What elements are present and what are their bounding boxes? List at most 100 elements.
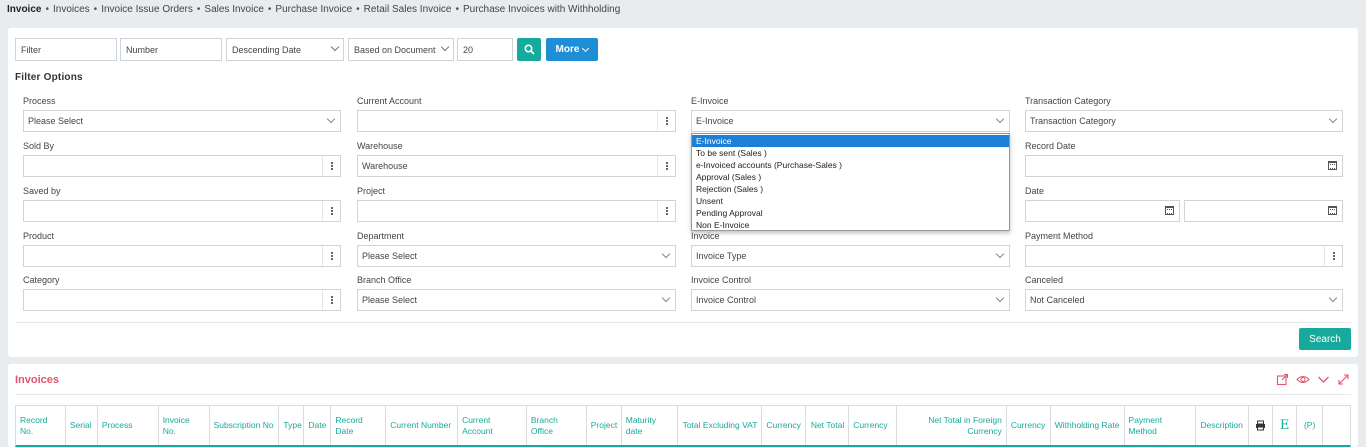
chevron-down-icon [582, 44, 590, 52]
sort-select[interactable]: Descending Date [226, 38, 344, 61]
col-current-account[interactable]: Current Account [458, 406, 527, 445]
department-select[interactable]: Please Select [357, 245, 676, 267]
calendar-icon[interactable] [1328, 206, 1337, 215]
record-date-field[interactable] [1025, 155, 1343, 177]
invoices-title: Invoices [15, 374, 60, 386]
chevron-down-icon [995, 293, 1005, 303]
col-payment-method[interactable]: Payment Method [1125, 406, 1197, 445]
chevron-down-icon [1328, 114, 1338, 124]
divider [15, 322, 1351, 323]
chevron-down-icon[interactable] [1317, 373, 1330, 386]
transaction-category-select[interactable]: Transaction Category [1025, 110, 1343, 132]
transaction-category-label: Transaction Category [1025, 96, 1111, 106]
expand-icon[interactable] [1337, 373, 1350, 386]
project-field[interactable] [357, 200, 676, 222]
canceled-label: Canceled [1025, 275, 1064, 285]
dropdown-option[interactable]: To be sent (Sales ) [692, 147, 1009, 159]
e-invoice-label: E-Invoice [691, 96, 729, 106]
canceled-select[interactable]: Not Canceled [1025, 289, 1343, 311]
current-account-field[interactable] [357, 110, 676, 132]
product-field[interactable] [23, 245, 341, 267]
more-options-icon[interactable] [657, 111, 675, 131]
col-maturity-date[interactable]: Maturity date [622, 406, 678, 445]
breadcrumb-separator: • [196, 3, 201, 15]
col-subscription-no[interactable]: Subscription No [210, 406, 280, 445]
more-options-icon[interactable] [322, 201, 340, 221]
breadcrumb-invoice-issue-orders[interactable]: Invoice Issue Orders [101, 4, 193, 15]
search-button[interactable]: Search [1299, 328, 1351, 350]
sold-by-field[interactable] [23, 155, 341, 177]
more-button[interactable]: More [546, 38, 598, 61]
based-on-select[interactable]: Based on Document [348, 38, 454, 61]
col-description[interactable]: Description [1196, 406, 1250, 445]
more-options-icon[interactable] [322, 156, 340, 176]
invoices-panel: Invoices Record No. Serial Process Invoi… [8, 364, 1358, 447]
calendar-icon[interactable] [1328, 161, 1337, 170]
number-input[interactable]: Number [120, 38, 222, 61]
page-size-input[interactable]: 20 [457, 38, 513, 61]
date-to-field[interactable] [1184, 200, 1343, 222]
breadcrumb-separator: • [455, 3, 459, 15]
dropdown-option[interactable]: Unsent [692, 195, 1009, 207]
col-process[interactable]: Process [98, 406, 159, 445]
col-net-total-foreign[interactable]: Net Total in Foreign Currency [897, 406, 1007, 445]
col-date[interactable]: Date [304, 406, 332, 445]
warehouse-field[interactable]: Warehouse [357, 155, 676, 177]
payment-method-field[interactable] [1025, 245, 1343, 267]
col-branch-office[interactable]: Branch Office [527, 406, 587, 445]
col-invoice-no[interactable]: Invoice No. [159, 406, 210, 445]
invoice-control-select[interactable]: Invoice Control [691, 289, 1010, 311]
col-record-date[interactable]: Record Date [331, 406, 387, 445]
chevron-down-icon [661, 249, 671, 259]
category-field[interactable] [23, 289, 341, 311]
breadcrumb-purchase-invoice[interactable]: Purchase Invoice [275, 4, 352, 15]
col-current-number[interactable]: Current Number [386, 406, 459, 445]
col-currency[interactable]: Currency [1007, 406, 1051, 445]
dropdown-option[interactable]: Rejection (Sales ) [692, 183, 1009, 195]
col-total-excl-vat[interactable]: Total Excluding VAT [678, 406, 763, 445]
breadcrumb-separator: • [93, 3, 98, 15]
more-options-icon[interactable] [322, 246, 340, 266]
breadcrumb-invoices[interactable]: Invoices [53, 4, 90, 15]
col-net-total[interactable]: Net Total [806, 406, 850, 445]
dropdown-option[interactable]: Approval (Sales ) [692, 171, 1009, 183]
warehouse-label: Warehouse [357, 141, 403, 151]
filter-input[interactable]: Filter [15, 38, 117, 61]
col-currency[interactable]: Currency [762, 406, 807, 445]
col-serial[interactable]: Serial [66, 406, 98, 445]
more-options-icon[interactable] [1324, 246, 1342, 266]
col-print[interactable] [1249, 406, 1274, 445]
invoice-type-select[interactable]: Invoice Type [691, 245, 1010, 267]
dropdown-option[interactable]: Pending Approval [692, 207, 1009, 219]
dropdown-option[interactable]: e-Invoiced accounts (Purchase-Sales ) [692, 159, 1009, 171]
breadcrumb-retail-sales-invoice[interactable]: Retail Sales Invoice [364, 4, 452, 15]
date-from-field[interactable] [1025, 200, 1180, 222]
col-currency[interactable]: Currency [849, 406, 898, 445]
date-label: Date [1025, 186, 1045, 196]
breadcrumb-purchase-withholding[interactable]: Purchase Invoices with Withholding [463, 4, 620, 15]
chevron-down-icon [330, 42, 340, 52]
dropdown-option[interactable]: Non E-Invoice [692, 219, 1009, 231]
col-project[interactable]: Project [587, 406, 622, 445]
e-invoice-dropdown-list: E-Invoice To be sent (Sales ) e-Invoiced… [691, 133, 1010, 231]
calendar-icon[interactable] [1165, 206, 1174, 215]
breadcrumb-invoice[interactable]: Invoice [7, 4, 41, 15]
more-options-icon[interactable] [657, 201, 675, 221]
invoice-type-label: Invoice [691, 231, 720, 241]
col-e-invoice[interactable]: E [1273, 406, 1298, 445]
export-icon[interactable] [1276, 373, 1289, 386]
saved-by-field[interactable] [23, 200, 341, 222]
col-record-no[interactable]: Record No. [16, 406, 66, 445]
e-invoice-select[interactable]: E-Invoice [691, 110, 1010, 132]
process-select[interactable]: Please Select [23, 110, 341, 132]
col-type[interactable]: Type [279, 406, 305, 445]
breadcrumb-sales-invoice[interactable]: Sales Invoice [204, 4, 263, 15]
dropdown-option[interactable]: E-Invoice [692, 135, 1009, 147]
col-p[interactable]: (P) [1297, 406, 1324, 445]
col-withholding-rate[interactable]: Withholding Rate [1051, 406, 1125, 445]
eye-icon[interactable] [1296, 373, 1310, 386]
search-icon-button[interactable] [517, 38, 541, 61]
branch-office-select[interactable]: Please Select [357, 289, 676, 311]
more-options-icon[interactable] [657, 156, 675, 176]
more-options-icon[interactable] [322, 290, 340, 310]
